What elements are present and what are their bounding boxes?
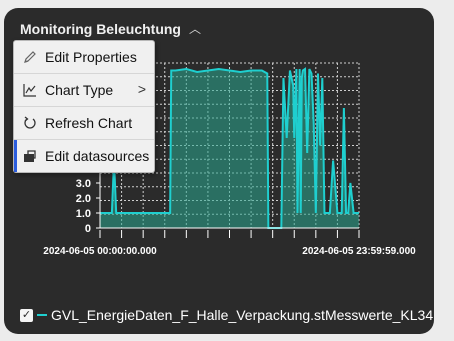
context-menu: Edit Properties Chart Type > Refresh Cha…	[13, 40, 155, 173]
legend-series-label[interactable]: GVL_EnergieDaten_F_Halle_Verpackung.stMe…	[51, 307, 433, 323]
widget-header[interactable]: Monitoring Beleuchtung ︿	[20, 20, 201, 37]
chevron-right-icon: >	[137, 81, 146, 97]
datasource-icon	[22, 148, 38, 164]
chevron-up-icon[interactable]: ︿	[189, 20, 201, 37]
menu-item-label: Refresh Chart	[45, 115, 133, 131]
menu-item-edit-datasources[interactable]: Edit datasources	[14, 140, 154, 172]
menu-item-refresh-chart[interactable]: Refresh Chart	[14, 107, 154, 140]
menu-item-chart-type[interactable]: Chart Type >	[14, 74, 154, 107]
y-tick-label: 3.0	[76, 178, 91, 190]
y-tick-label: 0	[85, 223, 91, 235]
pencil-icon	[22, 49, 38, 65]
menu-item-label: Chart Type	[45, 82, 114, 98]
menu-item-label: Edit datasources	[45, 148, 150, 164]
y-tick-label: 2.0	[76, 193, 91, 205]
menu-item-edit-properties[interactable]: Edit Properties	[14, 41, 154, 74]
refresh-icon	[22, 115, 38, 131]
legend-series-swatch	[37, 314, 47, 316]
chart-legend: ✓ GVL_EnergieDaten_F_Halle_Verpackung.st…	[20, 307, 433, 323]
x-tick-label: 2024-06-05 23:59:59.000	[302, 246, 416, 257]
y-tick-label: 1.0	[76, 208, 91, 220]
menu-item-label: Edit Properties	[45, 49, 137, 65]
widget-title: Monitoring Beleuchtung	[20, 20, 181, 37]
x-tick-label: 2024-06-05 00:00:00.000	[43, 246, 157, 257]
legend-checkbox[interactable]: ✓	[20, 308, 33, 322]
line-chart-icon	[22, 82, 38, 98]
